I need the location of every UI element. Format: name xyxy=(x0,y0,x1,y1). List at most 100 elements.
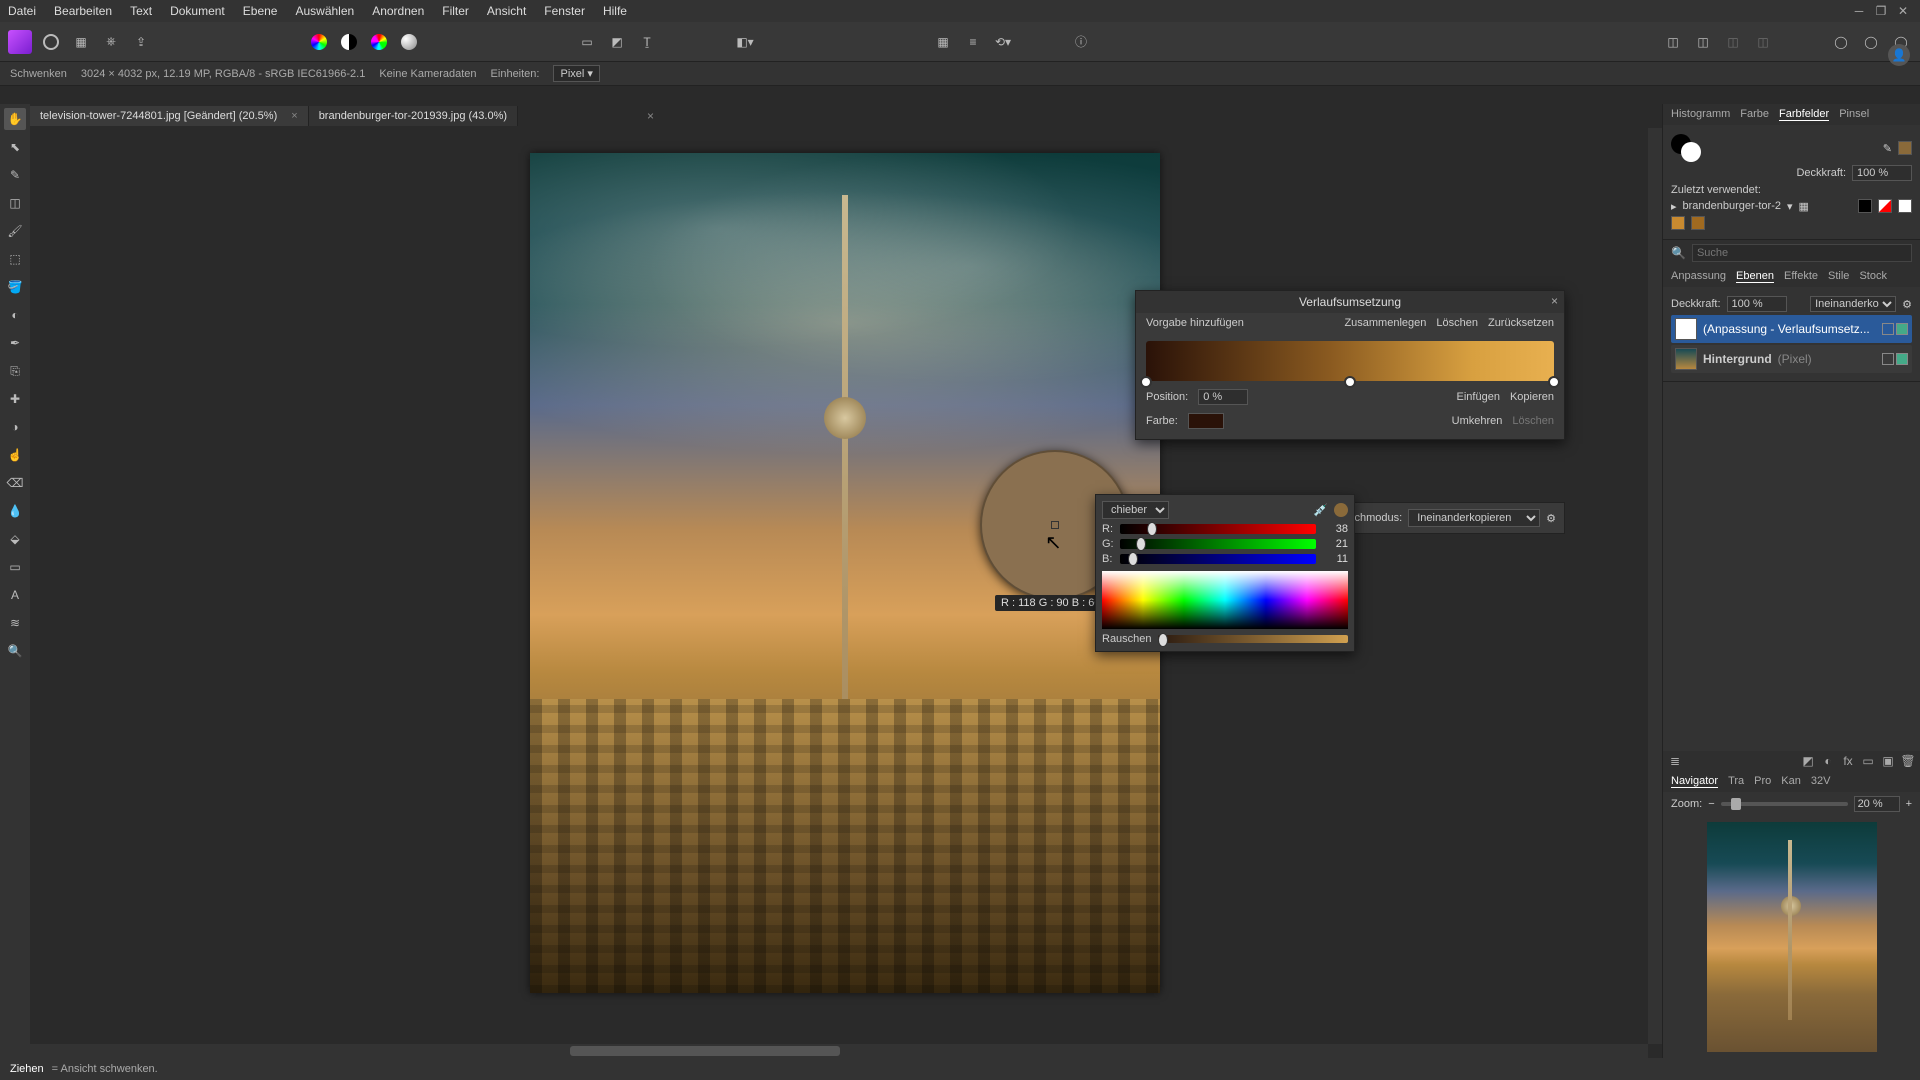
gradient-stop-0[interactable] xyxy=(1140,376,1152,388)
zoom-input[interactable] xyxy=(1854,796,1900,812)
snap-2-icon[interactable]: ◯ xyxy=(1860,31,1882,53)
fg-bg-swatch-icon[interactable] xyxy=(1671,134,1707,162)
info-icon[interactable]: ⓘ xyxy=(1070,31,1092,53)
crop-tool-icon[interactable]: ◫ xyxy=(4,192,26,214)
close-button[interactable]: ✕ xyxy=(1894,4,1912,18)
insert-button[interactable]: Einfügen xyxy=(1457,391,1500,403)
selection-text-icon[interactable]: Ṯ xyxy=(636,31,658,53)
swatch-none[interactable] xyxy=(1878,199,1892,213)
preset-grid-icon[interactable]: ▦ xyxy=(1799,200,1809,213)
selection-brush-icon[interactable]: ⬚ xyxy=(4,248,26,270)
arrange-icon[interactable]: ⟲▾ xyxy=(992,31,1014,53)
menu-ebene[interactable]: Ebene xyxy=(243,4,278,18)
menu-auswaehlen[interactable]: Auswählen xyxy=(295,4,354,18)
selection-marquee-icon[interactable]: ▭ xyxy=(576,31,598,53)
swatch-white[interactable] xyxy=(1898,199,1912,213)
tab-effekte[interactable]: Effekte xyxy=(1784,270,1818,283)
heal-tool-icon[interactable]: ✚ xyxy=(4,388,26,410)
position-input[interactable] xyxy=(1198,389,1248,405)
menu-ansicht[interactable]: Ansicht xyxy=(487,4,526,18)
canvas-scrollbar-h[interactable] xyxy=(30,1044,1648,1058)
tab-stock[interactable]: Stock xyxy=(1859,270,1887,283)
persona-liquify-icon[interactable]: ▦ xyxy=(70,31,92,53)
swatch-2[interactable] xyxy=(1691,216,1705,230)
dialog-close-icon[interactable]: × xyxy=(1551,294,1558,308)
b-slider[interactable] xyxy=(1120,554,1316,564)
persona-export-icon[interactable]: ⇪ xyxy=(130,31,152,53)
swatch-1[interactable] xyxy=(1671,216,1685,230)
eyedropper-icon[interactable]: 💉 xyxy=(1313,503,1328,517)
doctabs-close-all-icon[interactable]: × xyxy=(639,109,662,123)
eraser-tool-icon[interactable]: ⌫ xyxy=(4,472,26,494)
stack-1-icon[interactable]: ◫ xyxy=(1662,31,1684,53)
gradient-stop-2[interactable] xyxy=(1548,376,1560,388)
tab-histogramm[interactable]: Histogramm xyxy=(1671,108,1730,121)
tab-farbe[interactable]: Farbe xyxy=(1740,108,1769,121)
menu-hilfe[interactable]: Hilfe xyxy=(603,4,627,18)
menu-dokument[interactable]: Dokument xyxy=(170,4,225,18)
menu-bearbeiten[interactable]: Bearbeiten xyxy=(54,4,112,18)
shape-tool-icon[interactable]: ▭ xyxy=(4,556,26,578)
layer-blend-select[interactable]: Ineinanderko xyxy=(1810,296,1896,312)
brush-tool-icon[interactable]: 🖌 xyxy=(4,220,26,242)
pen-tool-icon[interactable]: ✒ xyxy=(4,332,26,354)
r-slider[interactable] xyxy=(1120,524,1316,534)
menu-anordnen[interactable]: Anordnen xyxy=(372,4,424,18)
zoom-in-icon[interactable]: + xyxy=(1906,798,1912,810)
noise-slider[interactable] xyxy=(1158,635,1348,643)
align-icon[interactable]: ≡ xyxy=(962,31,984,53)
maximize-button[interactable]: ❐ xyxy=(1872,4,1890,18)
snap-1-icon[interactable]: ◯ xyxy=(1830,31,1852,53)
stack-3-icon[interactable]: ◫ xyxy=(1722,31,1744,53)
group-icon[interactable]: ▭ xyxy=(1860,754,1876,768)
preset-name[interactable]: brandenburger-tor-2 xyxy=(1683,200,1781,212)
delete-button[interactable]: Löschen xyxy=(1436,317,1478,329)
tab-kan[interactable]: Kan xyxy=(1781,775,1801,788)
hand-tool-icon[interactable]: ✋ xyxy=(4,108,26,130)
selection-refine-icon[interactable]: ◩ xyxy=(606,31,628,53)
mesh-tool-icon[interactable]: ⬙ xyxy=(4,528,26,550)
reset-button[interactable]: Zurücksetzen xyxy=(1488,317,1554,329)
doctab-0-close-icon[interactable]: × xyxy=(291,110,297,122)
tab-ebenen[interactable]: Ebenen xyxy=(1736,270,1774,283)
zoom-slider[interactable] xyxy=(1721,802,1848,806)
preset-disclosure-icon[interactable]: ▸ xyxy=(1671,200,1677,213)
menu-datei[interactable]: Datei xyxy=(8,4,36,18)
smudge-tool-icon[interactable]: ☝ xyxy=(4,444,26,466)
flood-fill-icon[interactable]: 🪣 xyxy=(4,276,26,298)
dialog-gradient-map[interactable]: Verlaufsumsetzung × Vorgabe hinzufügen Z… xyxy=(1135,290,1565,440)
dialog-color-picker[interactable]: chieber 💉 R: 38 G: 21 B: 11 Rauschen xyxy=(1095,494,1355,652)
navigator-preview[interactable] xyxy=(1707,822,1877,1052)
layer-1-visible-icon[interactable] xyxy=(1896,353,1908,365)
layer-opacity-input[interactable] xyxy=(1727,296,1787,312)
add-layer-icon[interactable]: ▣ xyxy=(1880,754,1896,768)
clone-tool-icon[interactable]: ⎘ xyxy=(4,360,26,382)
tab-32v[interactable]: 32V xyxy=(1811,775,1831,788)
g-slider[interactable] xyxy=(1120,539,1316,549)
color-picker-tool-icon[interactable]: ✎ xyxy=(4,164,26,186)
mask-icon[interactable]: ◩ xyxy=(1800,754,1816,768)
color-swatch[interactable] xyxy=(1188,413,1224,429)
canvas-scrollbar-v[interactable] xyxy=(1648,128,1662,1044)
layer-1-lock-icon[interactable] xyxy=(1882,353,1894,365)
layer-0[interactable]: (Anpassung - Verlaufsumsetz... xyxy=(1671,315,1912,343)
grid-icon[interactable]: ▦ xyxy=(932,31,954,53)
opacity-input[interactable] xyxy=(1852,165,1912,181)
layer-gear-icon[interactable]: ⚙ xyxy=(1902,298,1912,311)
tab-navigator[interactable]: Navigator xyxy=(1671,775,1718,788)
gradient-strip[interactable] xyxy=(1146,341,1554,381)
minimize-button[interactable]: ─ xyxy=(1850,4,1868,18)
adj-color-icon[interactable] xyxy=(368,31,390,53)
doctab-0[interactable]: television-tower-7244801.jpg [Geändert] … xyxy=(30,106,309,126)
vector-tool-icon[interactable]: ≋ xyxy=(4,612,26,634)
trash-icon[interactable]: 🗑 xyxy=(1900,754,1916,768)
move-tool-icon[interactable]: ⬉ xyxy=(4,136,26,158)
menu-text[interactable]: Text xyxy=(130,4,152,18)
swatch-eyedropper-icon[interactable]: ✎ xyxy=(1883,142,1892,155)
layer-1[interactable]: Hintergrund (Pixel) xyxy=(1671,345,1912,373)
picker-mode-select[interactable]: chieber xyxy=(1102,501,1169,519)
reverse-button[interactable]: Umkehren xyxy=(1452,415,1503,427)
spectrum-picker[interactable] xyxy=(1102,571,1348,629)
blend-mode-select[interactable]: Ineinanderkopieren xyxy=(1408,509,1540,527)
blend-gear-icon[interactable]: ⚙ xyxy=(1546,512,1556,525)
